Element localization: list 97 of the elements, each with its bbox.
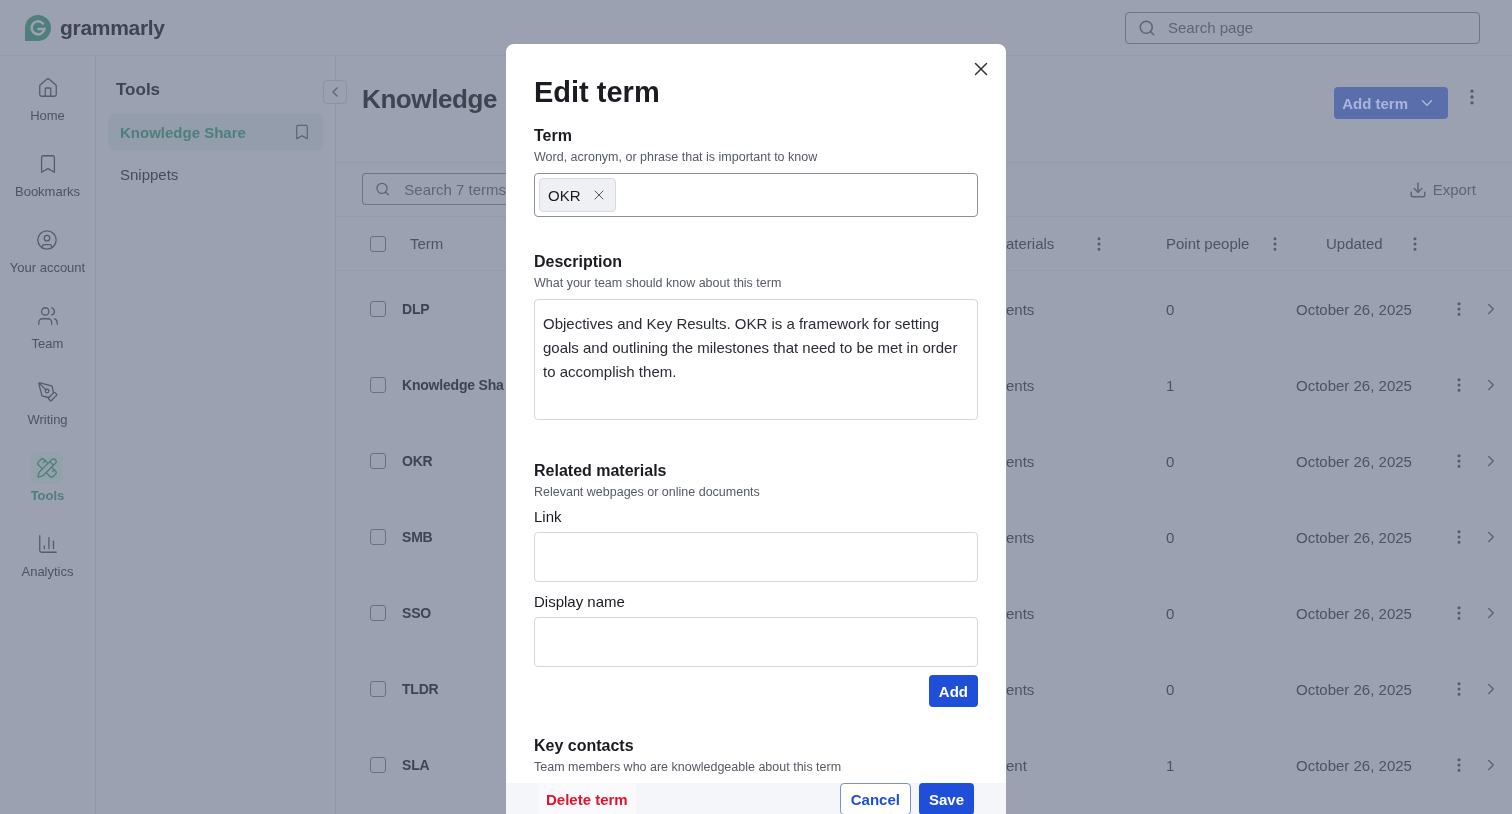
link-field[interactable] (534, 532, 978, 582)
bar-chart-icon (36, 533, 59, 555)
dialog-title: Edit term (534, 76, 661, 109)
table-cell-text: ents (1006, 376, 1036, 394)
table-cell-text: October 26, 2025 (1296, 680, 1413, 698)
nav-label: Team (31, 336, 64, 351)
nav-item[interactable]: Team (31, 300, 64, 376)
table-cell-text: 1 (1165, 376, 1176, 394)
column-header: aterials (1006, 235, 1055, 252)
table-cell: SLA (402, 757, 430, 773)
field-label: Display name (534, 593, 626, 610)
field-hint: Word, acronym, or phrase that is important to know (534, 150, 819, 164)
column-header: Point people (1166, 235, 1250, 252)
pen-icon (36, 381, 59, 403)
table-cell: Knowledge Sha (402, 377, 504, 393)
tag-label: OKR (548, 186, 581, 204)
table-cell-text: October 26, 2025 (1296, 452, 1413, 470)
search-icon (375, 180, 391, 198)
people-icon (36, 305, 59, 327)
table-cell-text: ents (1006, 528, 1036, 546)
section-title: Key contacts (534, 737, 635, 755)
column-header: Term (410, 235, 444, 252)
table-cell-text: 0 (1165, 604, 1176, 622)
checkbox[interactable] (370, 681, 386, 697)
nav-label: Home (30, 108, 65, 123)
cancel-button[interactable]: Cancel (839, 783, 911, 814)
bookmark-icon[interactable] (293, 123, 311, 141)
term-field[interactable]: OKR (534, 173, 978, 217)
column-header: Updated (1326, 235, 1383, 252)
table-cell-text: 1 (1165, 756, 1176, 774)
pencil-ruler-icon (36, 457, 59, 479)
table-cell: TLDR (402, 681, 439, 697)
table-cell: SSO (402, 605, 431, 621)
nav-item[interactable]: Your account (9, 224, 86, 300)
user-icon (36, 229, 59, 251)
nav-label: Analytics (21, 564, 74, 579)
checkbox[interactable] (370, 529, 386, 545)
logo-icon (24, 13, 52, 42)
nav-item[interactable]: Bookmarks (15, 148, 80, 224)
home-icon (36, 77, 59, 99)
add-button[interactable]: Add (928, 675, 978, 707)
table-cell: SMB (402, 529, 433, 545)
table-cell: OKR (402, 453, 433, 469)
table-cell-text: October 26, 2025 (1296, 376, 1413, 394)
table-cell-text: 0 (1165, 528, 1176, 546)
field-hint: Relevant webpages or online documents (534, 485, 761, 499)
download-icon (1408, 180, 1427, 199)
search-field[interactable]: Search 7 terms (362, 173, 506, 205)
nav-item[interactable]: Tools (30, 452, 65, 528)
add-term-button[interactable]: Add term (1334, 87, 1448, 119)
page-heading: Knowledge (362, 84, 498, 114)
panel-item[interactable]: Knowledge Share (108, 114, 323, 150)
nav-label: Writing (27, 412, 68, 427)
field-hint: What your team should know about this term (534, 276, 783, 290)
section-title: Related materials (534, 462, 668, 480)
field-label: Term (534, 127, 573, 145)
display-name-field[interactable] (534, 617, 978, 667)
table-cell-text: ents (1006, 300, 1036, 318)
logo-text: grammarly (60, 15, 165, 40)
checkbox[interactable] (370, 377, 386, 393)
checkbox[interactable] (370, 301, 386, 317)
table-cell-text: ent (1006, 756, 1028, 774)
panel-item[interactable]: Snippets (108, 156, 323, 192)
checkbox[interactable] (370, 235, 386, 252)
field-label: Description (534, 253, 623, 271)
table-cell-text: October 26, 2025 (1296, 604, 1413, 622)
nav-label: Tools (30, 488, 65, 503)
search-icon (1138, 18, 1156, 37)
field-label: Link (534, 508, 563, 525)
save-button[interactable]: Save (918, 783, 974, 814)
field-hint: Team members who are knowledgeable about this term (534, 760, 843, 774)
table-cell-text: 0 (1165, 680, 1176, 698)
nav-item[interactable]: Writing (27, 376, 68, 452)
description-field[interactable]: Objectives and Key Results. OKR is a framework for setting goals and outlining the milestones that need to be met in order to accomplish them. (534, 299, 978, 420)
search-field[interactable]: Search page (1125, 11, 1480, 44)
table-cell-text: 0 (1165, 300, 1176, 318)
table-cell-text: ents (1006, 452, 1036, 470)
export-button[interactable]: Export (1408, 180, 1476, 199)
table-cell-text: October 26, 2025 (1296, 300, 1413, 318)
panel-item-label: Snippets (120, 165, 179, 183)
panel-title: Tools (115, 79, 162, 101)
panel-item-label: Knowledge Share (120, 123, 246, 141)
checkbox[interactable] (370, 605, 386, 621)
nav-item[interactable]: Analytics (21, 528, 74, 604)
nav-item[interactable]: Home (30, 72, 65, 148)
nav-label: Bookmarks (15, 184, 80, 199)
table-cell-text: October 26, 2025 (1296, 528, 1413, 546)
table-cell-text: ents (1006, 680, 1036, 698)
table-cell-text: ents (1006, 604, 1036, 622)
delete-term-button[interactable]: Delete term (538, 783, 636, 814)
nav-label: Your account (9, 260, 86, 275)
collapse-button[interactable] (323, 80, 347, 104)
table-cell: DLP (402, 301, 430, 317)
table-cell-text: October 26, 2025 (1296, 756, 1413, 774)
table-cell-text: 0 (1165, 452, 1176, 470)
checkbox[interactable] (370, 757, 386, 773)
checkbox[interactable] (370, 453, 386, 469)
